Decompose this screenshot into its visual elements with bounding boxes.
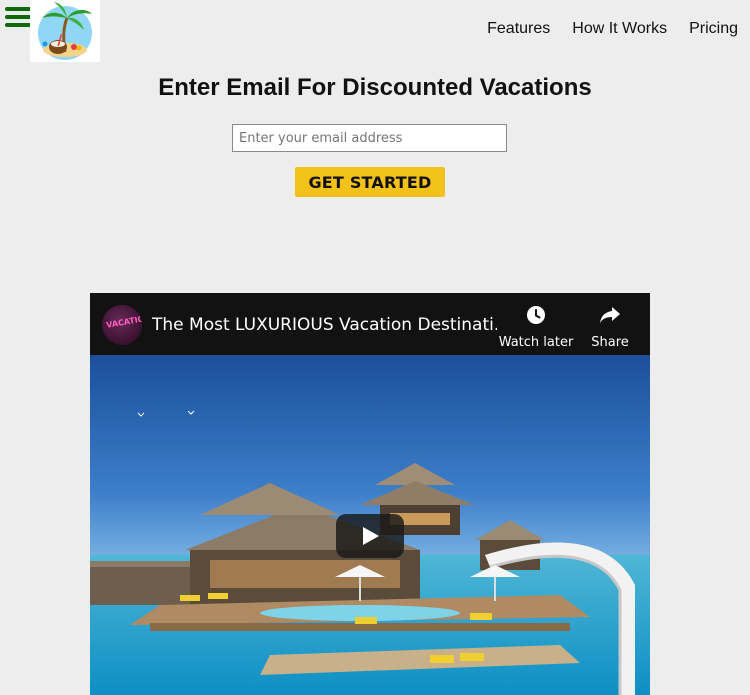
hamburger-menu-icon[interactable] [5, 7, 31, 27]
clock-icon [527, 306, 545, 324]
nav-link-how-it-works[interactable]: How It Works [572, 20, 667, 38]
nav-link-pricing[interactable]: Pricing [689, 20, 738, 38]
video-player[interactable]: VACATION The Most LUXURIOUS Vacation Des… [90, 293, 650, 695]
play-button[interactable] [336, 514, 404, 558]
channel-avatar-text: VACATION [105, 313, 142, 330]
nav-link-features[interactable]: Features [487, 20, 550, 38]
palm-coconut-logo-icon [38, 2, 92, 60]
site-logo[interactable] [30, 0, 100, 62]
get-started-button[interactable]: GET STARTED [295, 167, 445, 197]
email-input[interactable] [232, 124, 507, 152]
page-headline: Enter Email For Discounted Vacations [158, 74, 592, 101]
video-title-bar: VACATION The Most LUXURIOUS Vacation Des… [90, 293, 650, 355]
watch-later-button[interactable]: Watch later [498, 305, 574, 350]
top-nav: Features How It Works Pricing [487, 20, 738, 38]
watch-later-label: Watch later [498, 335, 574, 350]
share-button[interactable]: Share [584, 305, 636, 350]
video-title[interactable]: The Most LUXURIOUS Vacation Destinati... [152, 315, 497, 335]
channel-avatar[interactable]: VACATION [102, 305, 142, 345]
share-arrow-icon [600, 307, 620, 323]
share-label: Share [591, 335, 629, 350]
